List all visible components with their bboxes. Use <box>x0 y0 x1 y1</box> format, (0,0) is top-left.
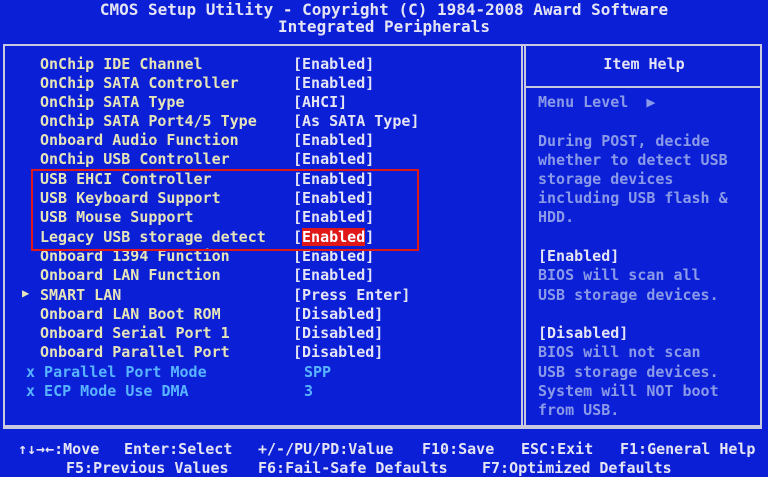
setting-value[interactable]: [Enabled] <box>293 55 374 73</box>
setting-label: Onboard Serial Port 1 <box>40 324 230 342</box>
key-hint-previous-values: F5:Previous Values <box>66 459 229 477</box>
panel-divider <box>521 44 526 427</box>
help-text-line: During POST, decide <box>538 132 710 150</box>
help-text-line: whether to detect USB <box>538 151 728 169</box>
key-hint-select: Enter:Select <box>124 440 233 458</box>
setting-label: Onboard Audio Function <box>40 131 239 149</box>
setting-label: x Parallel Port Mode <box>26 363 207 381</box>
help-text-line: System will NOT boot <box>538 382 719 400</box>
setting-value[interactable]: [AHCI] <box>293 93 347 111</box>
setting-value: 3 <box>304 382 314 400</box>
setting-label: OnChip SATA Type <box>40 93 185 111</box>
setting-value[interactable]: [Disabled] <box>293 343 383 361</box>
key-hint-fail-safe-defaults: F6:Fail-Safe Defaults <box>258 459 448 477</box>
help-text-line: BIOS will not scan <box>538 343 701 361</box>
setting-label: Onboard Parallel Port <box>40 343 230 361</box>
setting-label: SMART LAN <box>40 286 122 304</box>
setting-label: Onboard LAN Boot ROM <box>40 305 221 323</box>
setting-label: x ECP Mode Use DMA <box>26 382 189 400</box>
setting-value[interactable]: [Enabled] <box>293 150 374 168</box>
key-hint-optimized-defaults: F7:Optimized Defaults <box>482 459 672 477</box>
help-text-line: from USB. <box>538 401 620 419</box>
menu-level: Menu Level ▶ <box>538 93 656 111</box>
page-title: Integrated Peripherals <box>278 17 490 36</box>
help-text-line: [Enabled] <box>538 247 620 265</box>
footer-divider <box>3 427 762 429</box>
setting-label: OnChip SATA Port4/5 Type <box>40 112 257 130</box>
submenu-arrow-icon: ▶ <box>22 286 30 300</box>
help-text-line: BIOS will scan all <box>538 266 701 284</box>
help-text-line: including USB flash & <box>538 189 728 207</box>
setting-label: OnChip USB Controller <box>40 150 230 168</box>
help-text-line: USB storage devices. <box>538 286 719 304</box>
help-text-line: [Disabled] <box>538 324 629 342</box>
setting-value[interactable]: [Enabled] <box>293 266 374 284</box>
setting-label: OnChip IDE Channel <box>40 55 203 73</box>
help-panel-title: Item Help <box>603 55 685 73</box>
key-hint-save: F10:Save <box>422 440 495 458</box>
usb-settings-highlight-box <box>31 169 419 251</box>
help-text-line: HDD. <box>538 208 575 226</box>
setting-value: SPP <box>304 363 332 381</box>
setting-value[interactable]: [Press Enter] <box>293 286 410 304</box>
help-text-line: USB storage devices. <box>538 363 719 381</box>
setting-value[interactable]: [Disabled] <box>293 305 383 323</box>
setting-label: OnChip SATA Controller <box>40 74 239 92</box>
setting-value[interactable]: [As SATA Type] <box>293 112 419 130</box>
help-text-line: storage devices <box>538 170 674 188</box>
key-hint-move: ↑↓→←:Move <box>18 440 100 458</box>
title-bar: CMOS Setup Utility - Copyright (C) 1984-… <box>0 0 768 36</box>
key-hint-general-help: F1:General Help <box>620 440 756 458</box>
help-title-divider <box>526 86 762 88</box>
setting-value[interactable]: [Enabled] <box>293 131 374 149</box>
key-hint-exit: ESC:Exit <box>521 440 594 458</box>
setting-value[interactable]: [Disabled] <box>293 324 383 342</box>
setting-value[interactable]: [Enabled] <box>293 74 374 92</box>
key-hint-value: +/-/PU/PD:Value <box>258 440 394 458</box>
setting-label: Onboard LAN Function <box>40 266 221 284</box>
